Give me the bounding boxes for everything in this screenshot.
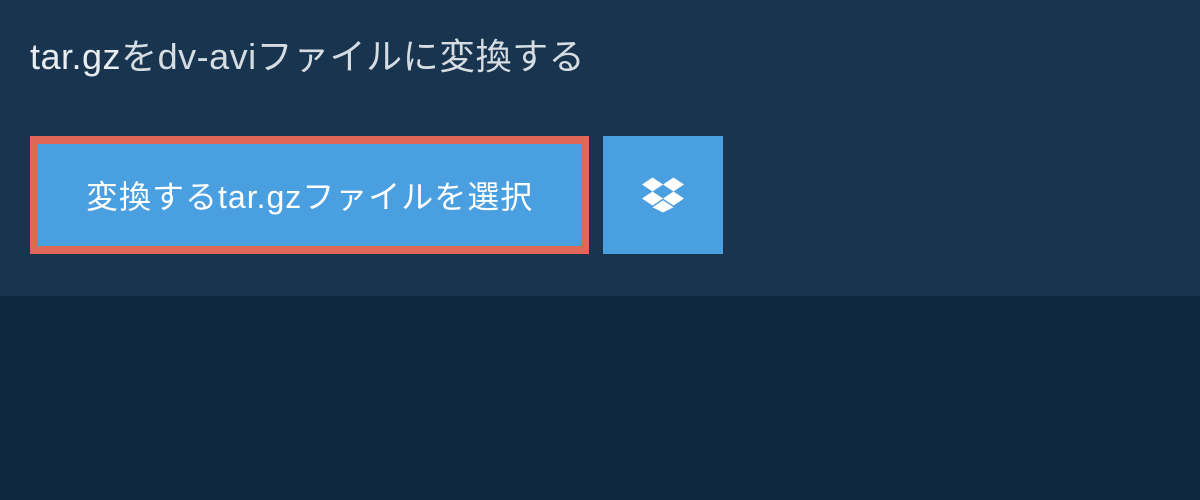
title-target-format: dv-avi — [158, 36, 257, 77]
select-file-button[interactable]: 変換するtar.gzファイルを選択 — [30, 136, 589, 254]
select-button-format: tar.gz — [218, 179, 302, 215]
conversion-panel: tar.gzをdv-aviファイルに変換する 変換するtar.gzファイルを選択 — [0, 0, 1200, 296]
select-button-prefix: 変換する — [86, 179, 218, 215]
page-title: tar.gzをdv-aviファイルに変換する — [30, 28, 740, 80]
dropbox-icon — [642, 176, 684, 214]
title-source-format: tar.gz — [30, 36, 121, 77]
title-suffix: ファイルに変換する — [257, 36, 586, 77]
title-middle: を — [121, 36, 158, 77]
title-bar: tar.gzをdv-aviファイルに変換する — [0, 0, 770, 106]
button-row: 変換するtar.gzファイルを選択 — [0, 106, 1200, 296]
dropbox-button[interactable] — [603, 136, 723, 254]
select-button-suffix: ファイルを選択 — [302, 179, 533, 215]
